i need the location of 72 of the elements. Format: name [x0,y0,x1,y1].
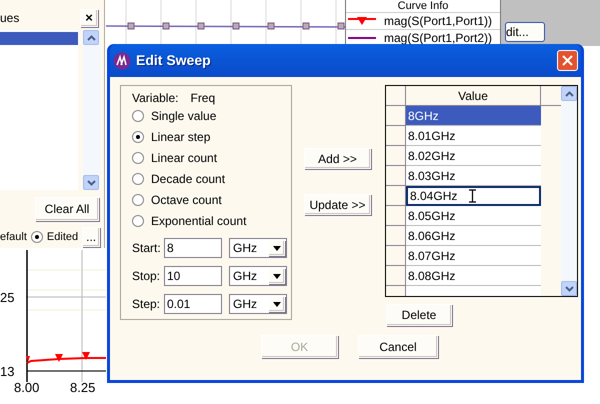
edit-button[interactable]: dit... [505,22,545,42]
scroll-up-icon[interactable] [561,86,577,101]
field-label: Start: [132,240,162,257]
radio-label: Edited [46,230,78,245]
radio-button[interactable] [132,152,144,164]
radio-label: Single value [151,108,216,124]
row-header[interactable] [386,246,406,266]
radio-label: Octave count [151,192,222,208]
radio-button[interactable] [132,194,144,206]
add-button[interactable]: Add >> [304,148,371,169]
axis-tick-label: 8.25 [70,381,96,395]
variable-value: Freq [190,90,216,107]
app-logo-icon [113,52,131,70]
unit-dropdown[interactable]: GHz [229,238,287,258]
close-button[interactable]: × [80,9,98,27]
delete-button[interactable]: Delete [386,304,452,326]
axis-tick-label: 8.00 [14,381,40,395]
row-header[interactable] [386,206,406,226]
row-header[interactable] [386,126,406,146]
scroll-up-icon[interactable] [83,30,99,45]
scroll-down-icon[interactable] [83,175,99,190]
table-cell[interactable]: 8.08GHz [406,266,541,286]
row-header[interactable] [386,266,406,286]
row-header[interactable] [386,186,406,206]
panel-title: ues [0,10,20,27]
legend-label: mag(S(Port1,Port2)) [384,30,492,47]
clear-all-button[interactable]: Clear All [35,197,99,221]
radio-label: Decade count [151,170,226,188]
text-field[interactable]: 0.01 [164,294,222,314]
variable-label: Variable: [132,90,178,107]
axis-tick-label: 13 [0,363,14,381]
dropdown-arrow-icon [272,246,280,250]
legend-title: Curve Info [396,0,450,12]
close-icon [562,55,573,66]
radio-label: Exponential count [151,212,246,230]
row-header[interactable] [386,106,406,126]
radio-button[interactable] [132,130,144,142]
radio-button[interactable] [132,172,144,184]
radio-button[interactable] [132,110,144,122]
text-field[interactable]: 10 [164,266,222,286]
close-button[interactable] [557,50,578,71]
table-cell[interactable]: 8.07GHz [406,246,541,266]
row-header[interactable] [386,166,406,186]
unit-dropdown[interactable]: GHz [229,294,287,314]
row-header[interactable] [386,226,406,246]
text-cursor-icon [469,189,476,203]
field-label: Step: [132,296,162,313]
table-cell[interactable]: 8.02GHz [406,146,541,166]
table-cell[interactable]: 8.01GHz [406,126,541,146]
unit-dropdown[interactable]: GHz [229,266,287,286]
radio-label: efault [0,230,27,245]
more-button[interactable]: ... [82,227,100,247]
row-header[interactable] [386,146,406,166]
dropdown-arrow-icon [272,302,280,306]
axis-tick-label: 25 [0,289,14,307]
radio-button[interactable] [30,231,43,243]
update-button[interactable]: Update >> [304,194,371,215]
radio-label: Linear step [151,128,210,146]
dialog-title: Edit Sweep [136,51,211,70]
radio-button[interactable] [132,214,144,226]
legend-label: mag(S(Port1,Port1)) [384,13,492,30]
scroll-down-icon[interactable] [561,281,577,296]
table-cell[interactable]: 8.05GHz [406,206,541,226]
dropdown-arrow-icon [272,274,280,278]
field-label: Stop: [132,268,162,285]
cancel-button[interactable]: Cancel [358,335,438,358]
table-cell[interactable]: 8.06GHz [406,226,541,246]
text-field[interactable]: 8 [164,238,222,258]
radio-label: Linear count [151,150,218,166]
cell-editor[interactable]: 8.04GHz [406,186,541,206]
table-cell[interactable]: 8.03GHz [406,166,541,186]
table-cell[interactable]: 8GHz [406,106,541,126]
